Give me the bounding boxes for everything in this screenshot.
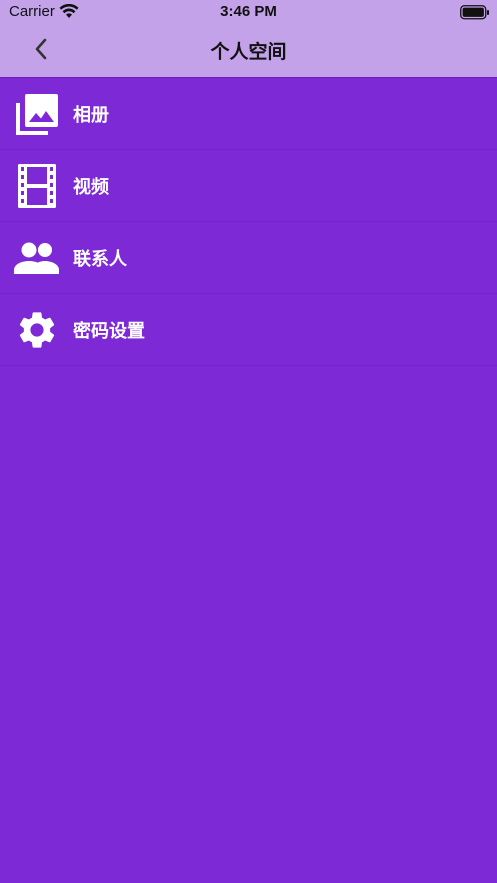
- header: Carrier 3:46 PM 个人空间: [0, 0, 497, 78]
- menu-item-label: 视频: [73, 176, 109, 198]
- menu-list: 相册 视频 联系人 密码设置: [0, 78, 497, 366]
- film-icon: [14, 163, 60, 209]
- status-bar: Carrier 3:46 PM: [0, 0, 497, 26]
- gear-icon: [14, 307, 60, 353]
- menu-item-label: 相册: [73, 104, 109, 126]
- battery-icon: [460, 5, 490, 24]
- people-icon: [14, 235, 60, 281]
- menu-item-label: 密码设置: [73, 320, 145, 342]
- menu-item-label: 联系人: [73, 248, 127, 270]
- photo-library-icon: [14, 91, 60, 137]
- navigation-bar: 个人空间: [0, 26, 497, 76]
- app-screen: Carrier 3:46 PM 个人空间 相册 视频 联系人 密码设置: [0, 0, 497, 883]
- menu-item-password-settings[interactable]: 密码设置: [0, 294, 497, 366]
- menu-item-video[interactable]: 视频: [0, 150, 497, 222]
- menu-item-contacts[interactable]: 联系人: [0, 222, 497, 294]
- menu-item-album[interactable]: 相册: [0, 78, 497, 150]
- status-time: 3:46 PM: [220, 3, 277, 20]
- page-title: 个人空间: [210, 41, 287, 63]
